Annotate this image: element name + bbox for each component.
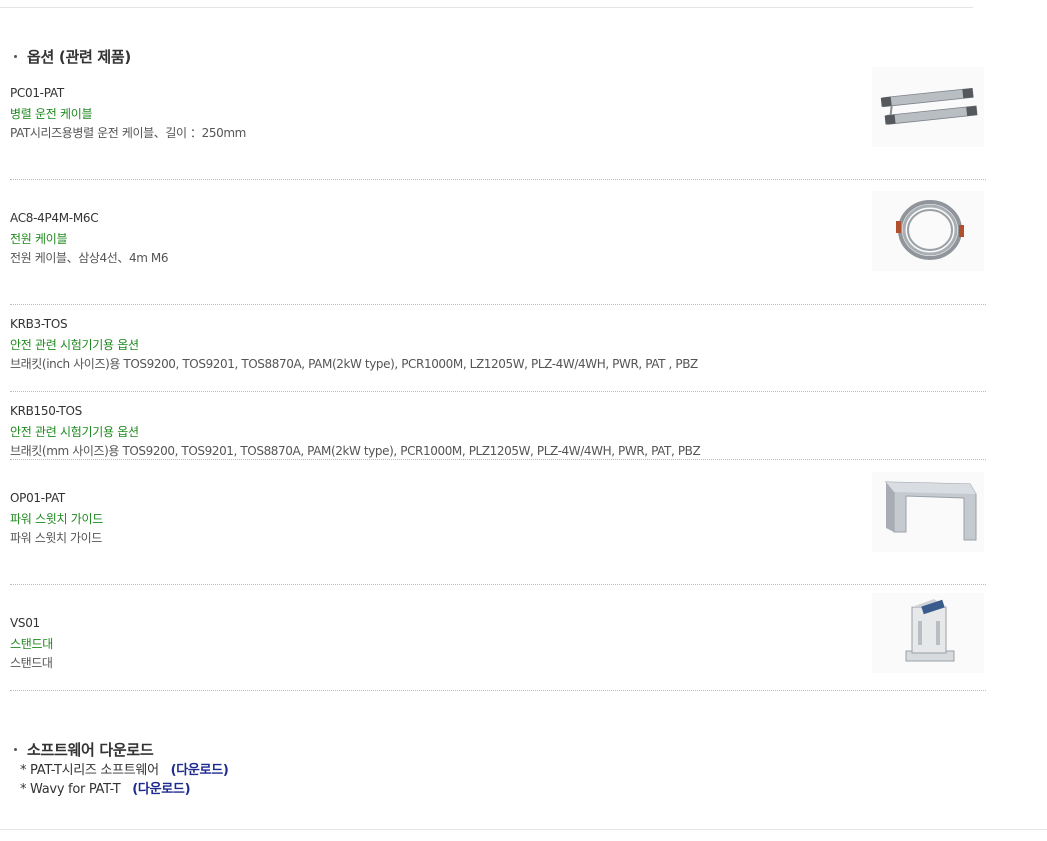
product-item-krb3-tos: KRB3-TOS 안전 관련 시험기기용 옵션 브래킷(inch 사이즈)용 T…	[10, 305, 986, 392]
software-item: * PAT-T시리즈 소프트웨어 (다운로드)	[20, 759, 229, 778]
product-code: OP01-PAT	[10, 491, 65, 505]
product-description: 파워 스윗치 가이드	[10, 531, 102, 545]
product-item-vs01: VS01 스탠드대 스탠드대	[10, 585, 986, 691]
product-code: PC01-PAT	[10, 86, 64, 100]
product-name: 전원 케이블	[10, 232, 68, 246]
product-description: 브래킷(inch 사이즈)용 TOS9200, TOS9201, TOS8870…	[10, 357, 698, 371]
bullet-icon	[14, 747, 17, 751]
bullet-icon	[14, 54, 17, 58]
product-description: 전원 케이블、삼상4선、4m M6	[10, 251, 169, 265]
bottom-divider	[0, 829, 1047, 830]
product-item-krb150-tos: KRB150-TOS 안전 관련 시험기기용 옵션 브래킷(mm 사이즈)용 T…	[10, 392, 986, 460]
product-description: 브래킷(mm 사이즈)용 TOS9200, TOS9201, TOS8870A,…	[10, 444, 701, 458]
product-image-stand[interactable]	[872, 593, 984, 673]
software-item: * Wavy for PAT-T (다운로드)	[20, 778, 191, 797]
product-code: AC8-4P4M-M6C	[10, 211, 99, 225]
product-image-switch-guide[interactable]	[872, 472, 984, 552]
software-item-label: * Wavy for PAT-T	[20, 782, 121, 797]
download-link[interactable]: (다운로드)	[171, 763, 229, 778]
product-description: 스탠드대	[10, 656, 53, 670]
product-name: 스탠드대	[10, 637, 53, 651]
download-link[interactable]: (다운로드)	[132, 782, 190, 797]
product-code: VS01	[10, 616, 40, 630]
product-description: PAT시리즈용병렬 운전 케이블、길이 ：250mm	[10, 126, 246, 140]
product-name: 파워 스윗치 가이드	[10, 512, 103, 526]
product-name: 안전 관련 시험기기용 옵션	[10, 425, 139, 439]
product-name: 안전 관련 시험기기용 옵션	[10, 338, 139, 352]
product-item-op01-pat: OP01-PAT 파워 스윗치 가이드 파워 스윗치 가이드	[10, 460, 986, 585]
software-title-text: 소프트웨어 다운로드	[27, 741, 154, 759]
product-item-pc01-pat: PC01-PAT 병렬 운전 케이블 PAT시리즈용병렬 운전 케이블、길이 ：…	[10, 63, 986, 180]
product-code: KRB150-TOS	[10, 404, 82, 418]
software-item-label: * PAT-T시리즈 소프트웨어	[20, 763, 159, 778]
software-section-title: 소프트웨어 다운로드	[12, 739, 154, 760]
product-name: 병렬 운전 케이블	[10, 107, 93, 121]
product-item-ac8-4p4m-m6c: AC8-4P4M-M6C 전원 케이블 전원 케이블、삼상4선、4m M6	[10, 180, 986, 305]
product-code: KRB3-TOS	[10, 317, 68, 331]
top-divider	[0, 7, 973, 8]
product-image-ribbon-cable[interactable]	[872, 67, 984, 147]
product-image-coiled-cable[interactable]	[872, 191, 984, 271]
